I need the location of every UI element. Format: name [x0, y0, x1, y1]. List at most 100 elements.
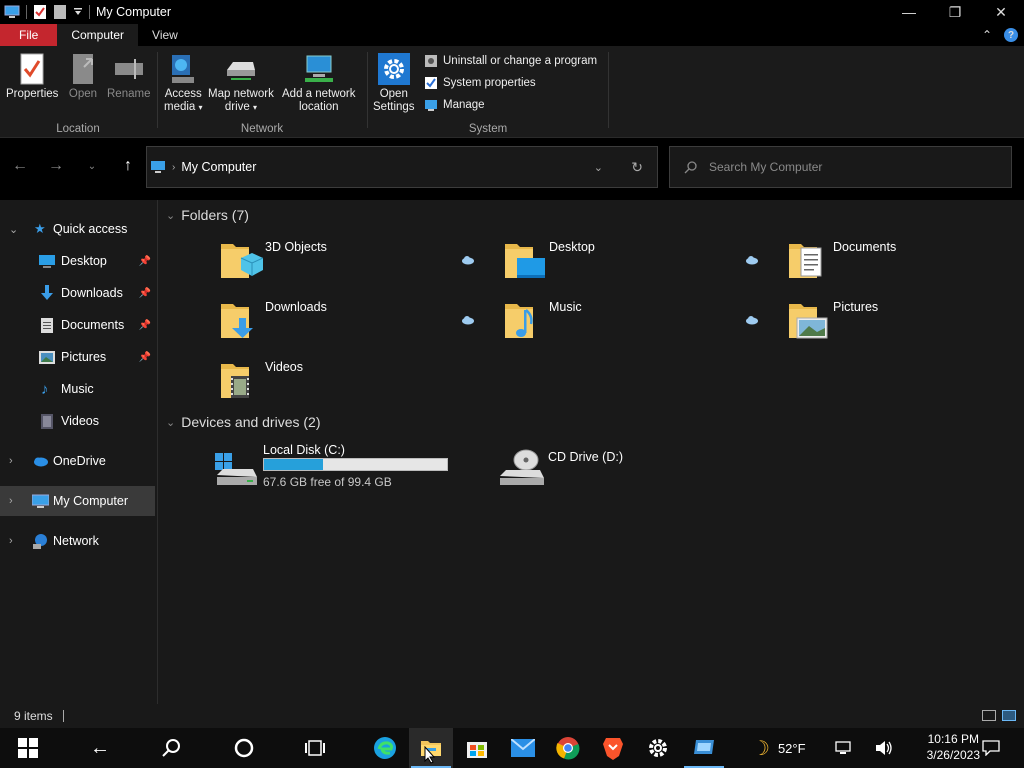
folder-music[interactable]: Music [503, 298, 763, 350]
open-settings-button[interactable]: Open Settings [373, 52, 415, 114]
edge-icon[interactable] [363, 728, 407, 768]
folder-videos[interactable]: Videos [219, 358, 479, 410]
large-icons-view-icon[interactable] [1002, 710, 1016, 721]
nav-item-desktop[interactable]: Desktop 📌 [0, 246, 155, 276]
search-icon [684, 160, 697, 173]
chevron-right-icon[interactable]: › [9, 455, 13, 467]
folder-3d-objects[interactable]: 3D Objects [219, 238, 479, 290]
chevron-down-icon[interactable]: ⌄ [9, 223, 18, 236]
remote-desktop-icon[interactable] [682, 728, 726, 768]
network-tray-icon[interactable] [835, 728, 853, 768]
folder-desktop[interactable]: Desktop [503, 238, 763, 290]
nav-quick-access[interactable]: ⌄ ★ Quick access [0, 214, 155, 244]
minimize-button[interactable]: — [886, 0, 932, 24]
nav-item-label: Pictures [61, 350, 107, 364]
details-view-icon[interactable] [982, 710, 996, 721]
store-icon[interactable] [455, 728, 499, 768]
download-arrow-icon [41, 285, 53, 300]
brave-icon[interactable] [591, 728, 635, 768]
breadcrumb-separator-icon: › [172, 161, 176, 173]
documents-folder-icon [789, 244, 822, 278]
manage-button[interactable]: Manage [424, 98, 485, 112]
nav-network[interactable]: › Network [0, 526, 155, 556]
rename-label: Rename [107, 88, 151, 100]
close-button[interactable]: ✕ [978, 0, 1024, 24]
nav-item-downloads[interactable]: Downloads 📌 [0, 278, 155, 308]
rename-button[interactable]: Rename [107, 52, 150, 101]
chevron-right-icon[interactable]: › [9, 495, 13, 507]
chevron-down-icon[interactable]: ⌄ [166, 209, 175, 222]
uninstall-program-button[interactable]: Uninstall or change a program [424, 54, 597, 68]
access-media-label-1: Access [164, 88, 202, 100]
map-network-drive-button[interactable]: Map network drive ▾ [208, 52, 274, 114]
search-icon[interactable] [150, 728, 194, 768]
drive-usage-fill [264, 459, 323, 470]
nav-item-documents[interactable]: Documents 📌 [0, 310, 155, 340]
mail-icon[interactable] [501, 728, 545, 768]
tab-computer[interactable]: Computer [57, 24, 139, 46]
drive-cd-d[interactable]: CD Drive (D:) [498, 449, 698, 510]
mouse-cursor-icon [424, 746, 436, 764]
devices-section-header[interactable]: ⌄ Devices and drives (2) [166, 414, 321, 430]
settings-icon[interactable] [636, 728, 680, 768]
windows-start-icon[interactable] [6, 728, 50, 768]
back-icon[interactable]: ← [78, 728, 122, 768]
chevron-right-icon[interactable]: › [9, 535, 13, 547]
nav-item-pictures[interactable]: Pictures 📌 [0, 342, 155, 372]
folder-downloads[interactable]: Downloads [219, 298, 479, 350]
search-placeholder: Search My Computer [709, 160, 823, 174]
folder-name: Downloads [265, 300, 327, 314]
maximize-button[interactable]: ❐ [932, 0, 978, 24]
folder-name: Music [549, 300, 582, 314]
nav-item-music[interactable]: ♪ Music [0, 374, 155, 404]
cortana-icon[interactable] [222, 728, 266, 768]
properties-qat-icon[interactable] [33, 4, 47, 20]
forward-arrow-icon[interactable]: → [46, 156, 66, 176]
folder-pictures[interactable]: Pictures [787, 298, 1024, 350]
drive-local-disk-c[interactable]: Local Disk (C:) 67.6 GB free of 99.4 GB [213, 443, 473, 503]
action-center-icon[interactable] [982, 728, 1000, 768]
computer-icon [4, 5, 20, 18]
chrome-icon[interactable] [546, 728, 590, 768]
access-media-button[interactable]: Access media ▾ [164, 52, 203, 114]
drive-free-space: 67.6 GB free of 99.4 GB [263, 475, 392, 489]
pin-icon: 📌 [138, 351, 151, 363]
weather-temp: 52°F [777, 740, 806, 756]
breadcrumb[interactable]: My Computer [181, 160, 256, 174]
nav-item-videos[interactable]: Videos [0, 406, 155, 436]
folder-documents[interactable]: Documents [787, 238, 1024, 290]
refresh-icon[interactable]: ↻ [631, 159, 643, 176]
system-properties-label: System properties [443, 77, 536, 89]
collapse-ribbon-icon[interactable]: ⌃ [982, 28, 992, 42]
manage-icon [425, 100, 437, 111]
system-properties-button[interactable]: System properties [424, 76, 536, 90]
up-arrow-icon[interactable]: ↑ [118, 156, 138, 176]
add-network-location-button[interactable]: Add a network location [282, 52, 356, 114]
help-icon[interactable]: ? [1004, 28, 1018, 42]
recent-locations-icon[interactable]: ⌄ [82, 156, 102, 176]
chevron-down-icon[interactable]: ⌄ [166, 416, 175, 429]
map-drive-label-1: Map network [208, 88, 274, 100]
new-folder-qat-icon[interactable] [53, 4, 67, 20]
open-button[interactable]: Open [66, 52, 100, 101]
tab-view[interactable]: View [138, 24, 192, 46]
folder-name: 3D Objects [265, 240, 327, 254]
location-group-label: Location [56, 123, 100, 135]
tab-file[interactable]: File [0, 24, 58, 46]
volume-icon[interactable] [875, 728, 893, 768]
pictures-icon [39, 350, 55, 364]
properties-button[interactable]: Properties [6, 52, 58, 101]
system-clock[interactable]: 10:16 PM 3/26/2023 [927, 731, 980, 763]
open-settings-label-1: Open [379, 88, 408, 100]
back-arrow-icon[interactable]: ← [10, 156, 30, 176]
nav-onedrive[interactable]: › OneDrive [0, 446, 155, 476]
address-dropdown-icon[interactable]: ⌄ [594, 161, 603, 174]
address-bar[interactable]: › My Computer ⌄ ↻ [146, 146, 658, 188]
task-view-icon[interactable] [294, 728, 338, 768]
nav-my-computer[interactable]: › My Computer [0, 486, 155, 516]
weather-widget[interactable]: ☽ 52°F [752, 728, 806, 768]
search-input[interactable]: Search My Computer [669, 146, 1012, 188]
folders-section-header[interactable]: ⌄ Folders (7) [166, 207, 249, 223]
cloud-icon [462, 316, 474, 325]
customize-qat-icon[interactable] [73, 7, 83, 17]
